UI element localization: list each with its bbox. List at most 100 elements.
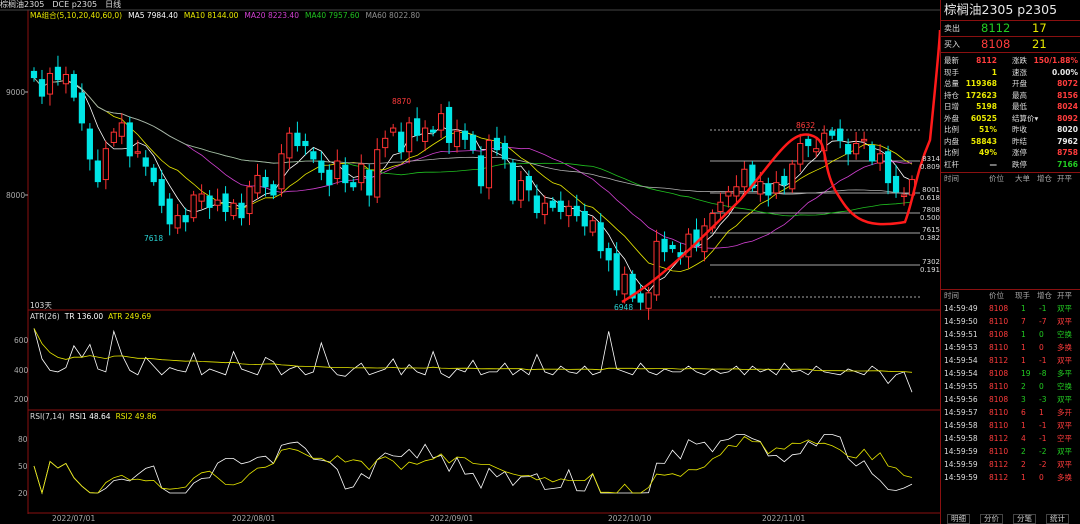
- candle-body: [286, 132, 293, 159]
- trade-row[interactable]: 14:59:59 8110 2 -2 双平: [941, 445, 1080, 458]
- candle-body: [613, 253, 620, 291]
- candle-body: [853, 143, 860, 155]
- candle-body: [38, 79, 46, 97]
- rsi-label[interactable]: RSI(7,14): [30, 412, 65, 421]
- candle-body: [390, 127, 397, 133]
- candle-body: [829, 130, 836, 136]
- candle-body: [30, 70, 38, 79]
- fib-level-2: 8001 0.618: [919, 186, 940, 202]
- candle-body: [150, 167, 157, 183]
- trade-row[interactable]: 14:59:59 8112 1 0 多换: [941, 471, 1080, 484]
- date-label: 2022/10/10: [608, 514, 652, 523]
- quote-row: 最新 8112 涨跌 150/1.88%: [944, 56, 1078, 65]
- bid-label: 买入: [944, 40, 960, 49]
- price-axis-8000: 8000: [6, 191, 26, 200]
- bid-volume: 21: [1032, 37, 1047, 51]
- tab-price-split[interactable]: 分价: [980, 514, 1003, 524]
- tab-details[interactable]: 明细: [947, 514, 970, 524]
- candle-body: [837, 128, 844, 141]
- candle-body: [653, 240, 660, 296]
- candle-body: [158, 179, 165, 206]
- candle-body: [310, 151, 317, 160]
- tr-value: TR 136.00: [64, 312, 104, 321]
- candle-body: [382, 137, 389, 149]
- candle-body: [557, 200, 564, 212]
- candle-body: [278, 153, 285, 190]
- ma20-value: MA20 8223.40: [244, 11, 299, 20]
- atr-label[interactable]: ATR(26): [30, 312, 60, 321]
- candle-body: [254, 174, 261, 194]
- candle-body: [46, 72, 54, 95]
- trade-row[interactable]: 14:59:50 8110 7 -7 双平: [941, 315, 1080, 328]
- candle-body: [773, 182, 780, 194]
- trade-row[interactable]: 14:59:54 8112 1 -1 双平: [941, 354, 1080, 367]
- quote-row: 比例 51% 昨收 8020: [944, 125, 1078, 134]
- chart-symbol: 棕榈油2305: [0, 0, 45, 9]
- candle-body: [326, 169, 333, 186]
- candle-body: [757, 181, 764, 195]
- trade-row[interactable]: 14:59:54 8108 19 -8 多平: [941, 367, 1080, 380]
- ask-row[interactable]: 卖出 8112 17: [941, 21, 1080, 36]
- trade-row[interactable]: 14:59:49 8108 1 -1 双平: [941, 302, 1080, 315]
- ma20-line: [33, 77, 913, 249]
- chart-canvas[interactable]: [0, 0, 940, 524]
- high-mark-1: 8870: [392, 97, 412, 106]
- candle-body: [868, 145, 876, 162]
- annotation-curve: [621, 29, 940, 304]
- candle-body: [509, 162, 517, 201]
- bid-row[interactable]: 买入 8108 21: [941, 37, 1080, 52]
- candle-body: [110, 131, 117, 143]
- ma-legend: MA组合(5,10,20,40,60,0) MA5 7984.40 MA10 814…: [30, 11, 426, 20]
- panel-title: 棕榈油2305 p2305: [941, 0, 1080, 21]
- candle-body: [94, 160, 101, 183]
- high-mark-2: 8632: [796, 121, 816, 130]
- ask-volume: 17: [1032, 21, 1047, 35]
- tab-ticks[interactable]: 分笔: [1013, 514, 1036, 524]
- tab-stats[interactable]: 统计: [1046, 514, 1069, 524]
- low-mark-1: 7618: [144, 234, 164, 243]
- trades-list[interactable]: 14:59:49 8108 1 -1 双平 14:59:50 8110 7 -7 双平 14:59:…: [941, 302, 1080, 484]
- candle-body: [406, 122, 413, 153]
- candle-body: [789, 163, 796, 190]
- candle-body: [597, 222, 604, 252]
- candle-body: [477, 155, 485, 187]
- quote-row: 持仓 172623 最高 8156: [944, 90, 1078, 100]
- candle-body: [813, 148, 820, 153]
- date-label: 2022/09/01: [430, 514, 474, 523]
- trade-row[interactable]: 14:59:55 8110 2 0 空换: [941, 380, 1080, 393]
- quote-row: 杠杆 — 跌停 7166: [944, 159, 1078, 169]
- candle-body: [214, 199, 221, 206]
- quote-row: 外盘 60525 结算价▾ 8092: [944, 113, 1078, 123]
- candle-body: [725, 191, 732, 197]
- trade-row[interactable]: 14:59:51 8108 1 0 空换: [941, 328, 1080, 341]
- fib-level-1: 8314 0.809: [919, 155, 940, 171]
- date-label: 2022/07/01: [52, 514, 96, 523]
- trade-row[interactable]: 14:59:56 8108 3 -3 双平: [941, 393, 1080, 406]
- candle-body: [174, 215, 181, 229]
- candle-body: [573, 205, 580, 217]
- atr-value: ATR 249.69: [108, 312, 152, 321]
- ask-price[interactable]: 8112: [981, 21, 1010, 36]
- candle-body: [246, 186, 253, 215]
- trade-row[interactable]: 14:59:53 8110 1 0 多换: [941, 341, 1080, 354]
- rsi-legend: RSI(7,14) RSI1 48.64 RSI2 49.86: [30, 412, 161, 421]
- ma-legend-label[interactable]: MA组合(5,10,20,40,60,0): [30, 11, 122, 20]
- chart-code: DCE p2305: [52, 0, 98, 9]
- trade-row[interactable]: 14:59:58 8112 4 -1 空平: [941, 432, 1080, 445]
- candle-body: [797, 143, 804, 165]
- trade-row[interactable]: 14:59:58 8110 1 -1 双平: [941, 419, 1080, 432]
- ma10-value: MA10 8144.00: [183, 11, 239, 20]
- trade-row[interactable]: 14:59:59 8112 2 -2 双平: [941, 458, 1080, 471]
- candle-body: [238, 202, 245, 219]
- candle-body: [190, 194, 197, 219]
- candle-body: [118, 122, 125, 137]
- trade-row[interactable]: 14:59:57 8110 6 1 多开: [941, 406, 1080, 419]
- candle-body: [437, 113, 445, 131]
- ask-label: 卖出: [944, 24, 960, 33]
- bid-price[interactable]: 8108: [981, 37, 1010, 52]
- candle-body: [230, 202, 237, 217]
- candle-body: [549, 200, 556, 208]
- chart-period[interactable]: 日线: [105, 0, 121, 9]
- kline-chart-area[interactable]: 棕榈油2305 DCE p2305 日线 MA组合(5,10,20,40,60,0)…: [0, 0, 940, 524]
- quote-row: 比例 49% 涨停 8758: [944, 148, 1078, 157]
